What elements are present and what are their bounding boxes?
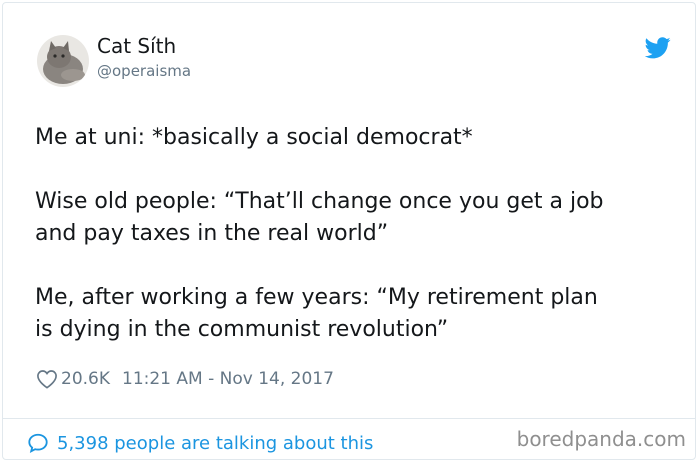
divider bbox=[3, 418, 695, 419]
watermark: boredpanda.com bbox=[516, 427, 686, 451]
timestamp[interactable]: 11:21 AM - Nov 14, 2017 bbox=[122, 369, 334, 389]
conversation-link[interactable]: 5,398 people are talking about this bbox=[27, 430, 373, 456]
twitter-bird-icon[interactable] bbox=[644, 37, 671, 59]
speech-bubble-icon bbox=[27, 432, 49, 454]
tweet-line: Wise old people: “That’ll change once yo… bbox=[35, 189, 604, 214]
tweet-line: and pay taxes in the real world” bbox=[35, 221, 389, 246]
tweet-line: is dying in the communist revolution” bbox=[35, 317, 449, 342]
tweet-card: Cat Síth @operaisma Me at uni: *basicall… bbox=[2, 2, 696, 460]
tweet-line: Me at uni: *basically a social democrat* bbox=[35, 125, 473, 150]
like-count[interactable]: 20.6K bbox=[61, 369, 110, 389]
user-name[interactable]: Cat Síth bbox=[97, 34, 176, 58]
tweet-meta: 20.6K 11:21 AM - Nov 14, 2017 bbox=[36, 367, 334, 391]
tweet-line: Me, after working a few years: “My retir… bbox=[35, 285, 598, 310]
tweet-text: Me at uni: *basically a social democrat*… bbox=[35, 122, 675, 378]
avatar[interactable] bbox=[37, 35, 89, 87]
user-handle[interactable]: @operaisma bbox=[97, 62, 191, 80]
heart-icon[interactable] bbox=[36, 369, 58, 389]
conversation-text[interactable]: 5,398 people are talking about this bbox=[57, 433, 373, 454]
